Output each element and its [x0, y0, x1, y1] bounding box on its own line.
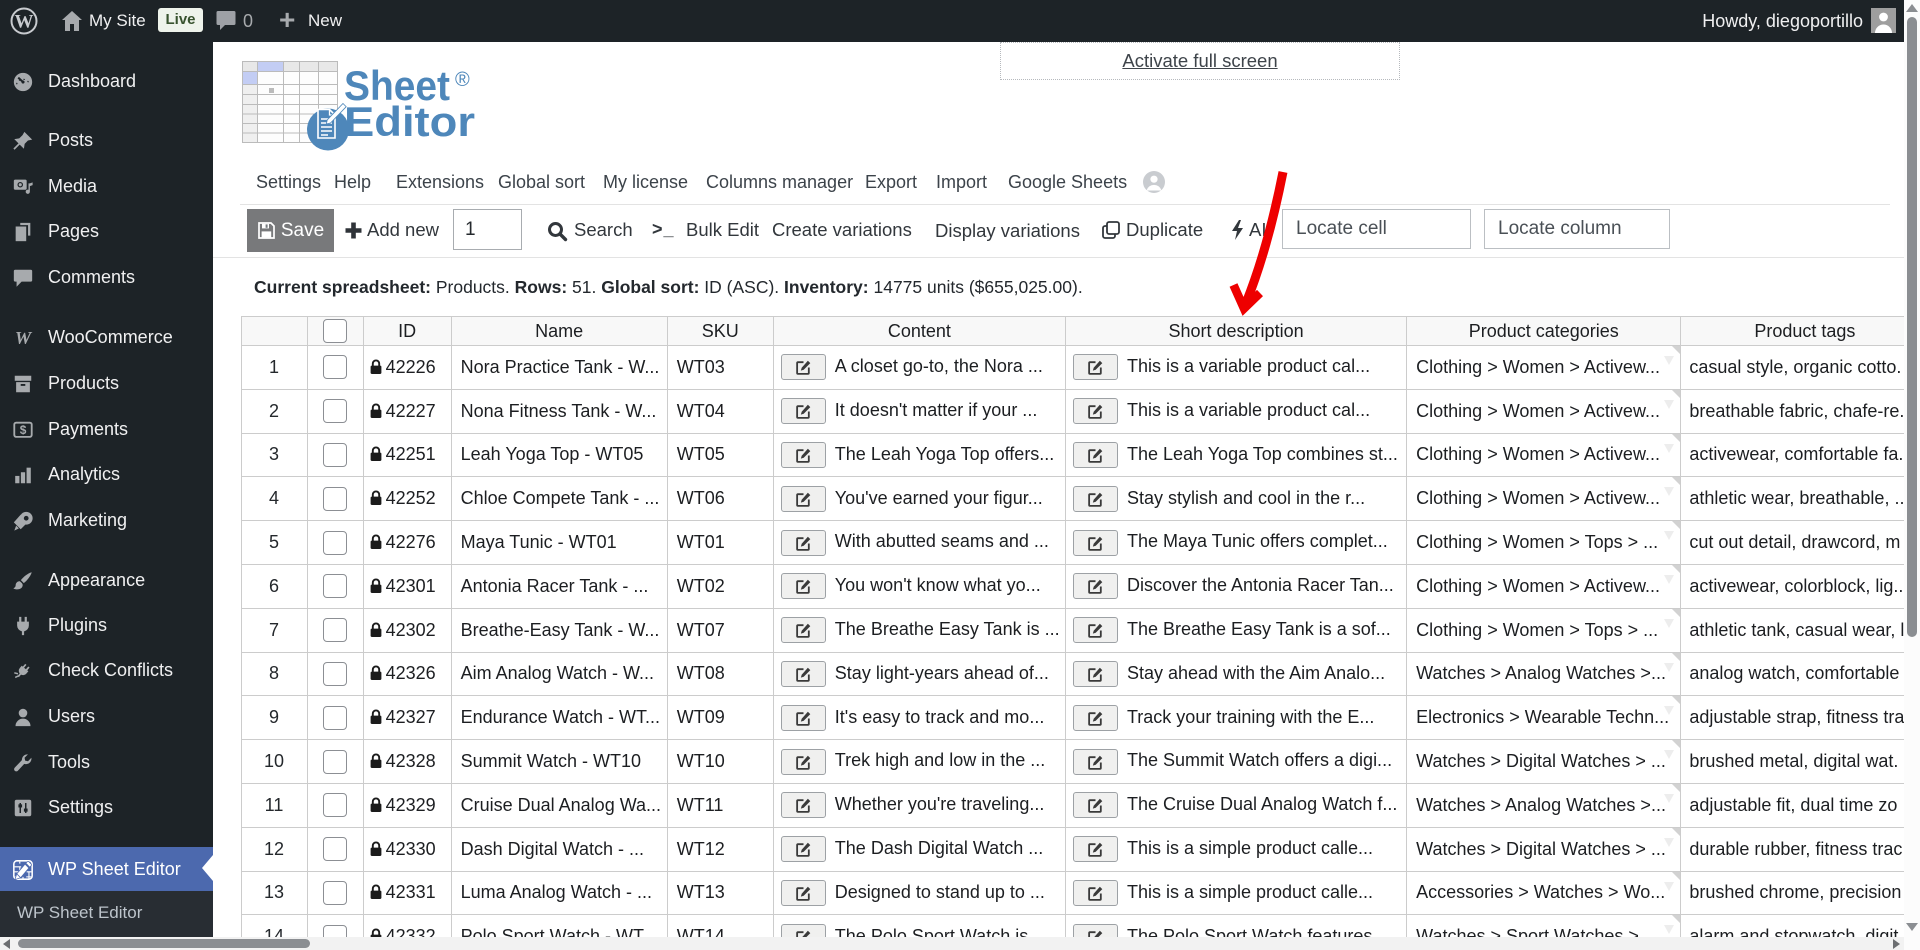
- svg-text:®: ®: [455, 69, 470, 91]
- svg-text:Editor: Editor: [344, 98, 475, 145]
- svg-text:W: W: [15, 12, 34, 33]
- svg-text:W: W: [15, 327, 33, 347]
- svg-text:$: $: [20, 423, 27, 437]
